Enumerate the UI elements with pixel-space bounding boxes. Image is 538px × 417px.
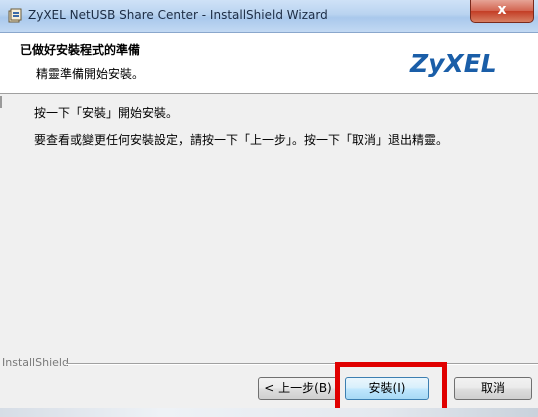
close-icon: x bbox=[497, 2, 507, 18]
footer-divider bbox=[66, 363, 538, 365]
title-bar[interactable]: ZyXEL NetUSB Share Center - InstallShiel… bbox=[0, 0, 538, 33]
left-edge-marker bbox=[0, 96, 2, 108]
back-button[interactable]: < 上一步(B) bbox=[258, 377, 338, 400]
cancel-button[interactable]: 取消 bbox=[454, 377, 532, 400]
installshield-label: InstallShield bbox=[2, 356, 69, 369]
zyxel-logo: ZyXEL bbox=[409, 49, 497, 78]
installer-icon bbox=[8, 8, 22, 23]
header-subtitle: 精靈準備開始安裝。 bbox=[36, 67, 145, 81]
close-button[interactable]: x bbox=[470, 0, 534, 23]
instruction-line-2: 要查看或變更任何安裝設定，請按一下「上一步」。按一下「取消」退出精靈。 bbox=[34, 133, 449, 147]
logo-text: ZyXEL bbox=[409, 49, 497, 78]
header-title: 已做好安裝程式的準備 bbox=[20, 43, 141, 57]
installshield-wizard-window: ZyXEL NetUSB Share Center - InstallShiel… bbox=[0, 0, 538, 417]
taskbar-edge bbox=[0, 408, 538, 417]
instruction-line-1: 按一下「安裝」開始安裝。 bbox=[34, 106, 179, 120]
window-title: ZyXEL NetUSB Share Center - InstallShiel… bbox=[28, 8, 328, 22]
